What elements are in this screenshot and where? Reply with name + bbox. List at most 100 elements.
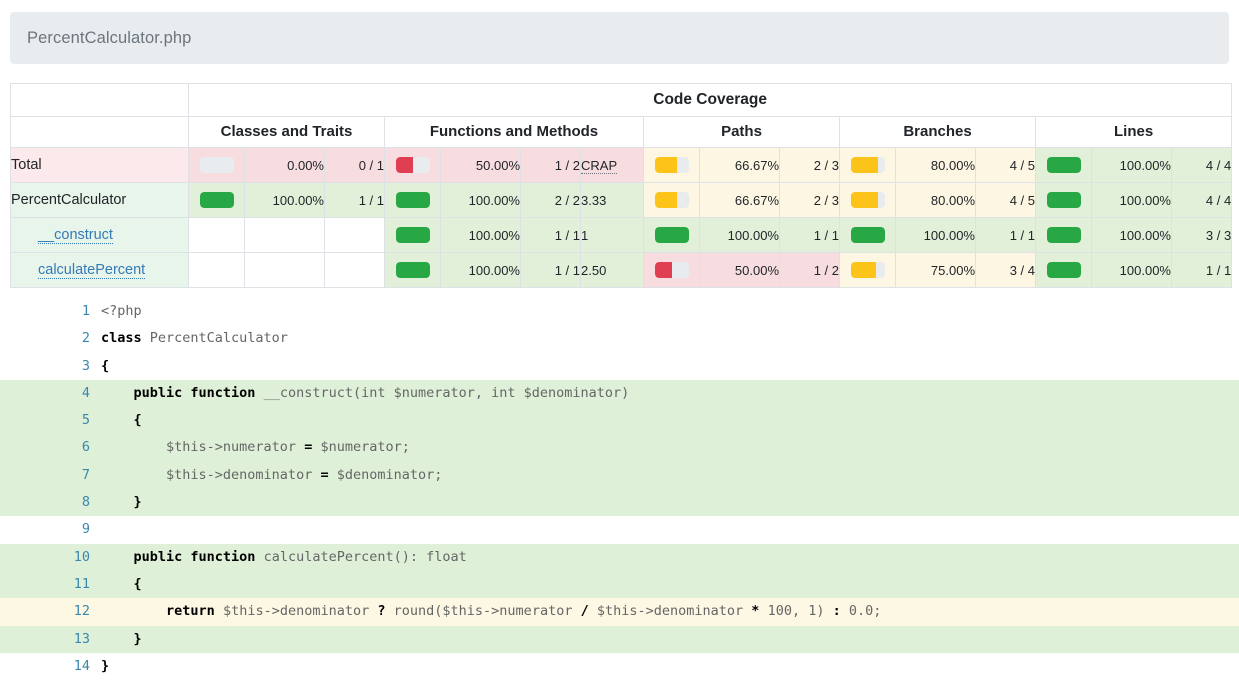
code-line: 6 $this->numerator = $numerator; (0, 434, 1239, 462)
progress-bar-fill (654, 192, 678, 209)
coverage-bar-cell-classes (188, 217, 245, 253)
coverage-bar-cell-functions (384, 182, 441, 218)
progress-bar-fill (395, 192, 430, 209)
row-name-cell[interactable]: calculatePercent (10, 252, 189, 288)
coverage-bar-cell-classes (188, 147, 245, 183)
coverage-fraction-lines: 1 / 1 (1170, 252, 1233, 288)
coverage-bar-cell-paths (643, 182, 700, 218)
line-number: 1 (81, 303, 90, 319)
coverage-percent-lines: 100.00% (1091, 252, 1172, 288)
coverage-percent-branches: 80.00% (895, 182, 976, 218)
coverage-percent-paths: 66.67% (699, 147, 780, 183)
code-line-text: { (133, 412, 142, 429)
code-line: 1 <?php (0, 298, 1239, 326)
coverage-table-body: Total 0.00% 0 / 1 50.00% 1 / 2 CRAP 66.67% 2 / … (10, 147, 1233, 288)
crap-score-cell[interactable]: CRAP (580, 147, 644, 183)
coverage-percent-classes (244, 252, 325, 288)
progress-bar-fill (1046, 192, 1081, 209)
code-line-text: return $this->denominator ? round($this-… (166, 603, 882, 620)
code-line: 14} (0, 652, 1239, 681)
line-number: 9 (81, 521, 90, 538)
coverage-percent-paths: 100.00% (699, 217, 780, 253)
line-number: 8 (81, 494, 90, 511)
crap-abbr[interactable]: CRAP (581, 157, 618, 174)
coverage-bar-cell-paths (643, 252, 700, 288)
code-line-text: } (101, 657, 110, 674)
coverage-bar-cell-branches (839, 182, 896, 218)
code-line: 7 $this->denominator = $denominator; (0, 461, 1239, 490)
progress-bar-fill (395, 262, 430, 279)
progress-bar (654, 262, 689, 279)
coverage-bar-cell-functions (384, 252, 441, 288)
code-line: 9 (0, 516, 1239, 544)
coverage-fraction-branches: 4 / 5 (975, 147, 1036, 183)
coverage-percent-branches: 80.00% (895, 147, 976, 183)
progress-bar-fill (395, 227, 430, 244)
coverage-percent-classes: 100.00% (244, 182, 325, 218)
coverage-table-head: Code Coverage Classes and Traits Functio… (10, 83, 1233, 148)
corner-cell-2 (10, 116, 189, 148)
row-name-cell: Total (10, 147, 189, 183)
code-line-text: } (133, 494, 142, 511)
coverage-percent-functions: 100.00% (440, 217, 521, 253)
coverage-fraction-paths: 1 / 2 (779, 252, 840, 288)
progress-bar-fill (654, 157, 678, 174)
coverage-bar-cell-functions (384, 217, 441, 253)
code-line-text: $this->denominator = $denominator; (101, 466, 443, 483)
coverage-fraction-functions: 2 / 2 (520, 182, 581, 218)
progress-bar (199, 157, 234, 174)
code-line-text: { (101, 357, 110, 374)
line-number: 13 (73, 630, 90, 647)
line-number: 12 (73, 603, 90, 620)
column-branches: Branches (839, 116, 1036, 148)
progress-bar (1046, 157, 1081, 174)
code-line-text: public function __construct(int $numerat… (133, 384, 630, 401)
coverage-fraction-lines: 4 / 4 (1170, 147, 1233, 183)
coverage-percent-branches: 75.00% (895, 252, 976, 288)
table-row: __construct 100.00% 1 / 1 1 100.00% 1 / 1 100.… (10, 217, 1233, 253)
line-number: 5 (81, 412, 90, 429)
progress-bar (395, 157, 430, 174)
line-number: 2 (81, 330, 90, 347)
progress-bar (654, 192, 689, 209)
crap-score-cell: 1 (580, 217, 644, 253)
coverage-percent-branches: 100.00% (895, 217, 976, 253)
coverage-fraction-classes: 1 / 1 (324, 182, 385, 218)
coverage-fraction-paths: 2 / 3 (779, 147, 840, 183)
code-line: 12 return $this->denominator ? round($th… (0, 598, 1239, 626)
progress-bar (850, 157, 885, 174)
row-name-cell: PercentCalculator (10, 182, 189, 218)
code-line-text: $this->numerator = $numerator; (101, 439, 410, 456)
line-number: 14 (73, 657, 90, 674)
code-line: 3{ (0, 352, 1239, 380)
progress-bar-fill (850, 157, 878, 174)
code-line: 4 public function __construct(int $numer… (0, 379, 1239, 408)
coverage-bar-cell-functions (384, 147, 441, 183)
progress-bar-fill (395, 157, 413, 174)
code-line-text: public function calculatePercent(): floa… (133, 548, 467, 565)
progress-bar (1046, 192, 1081, 209)
crap-score-cell: 3.33 (580, 182, 644, 218)
coverage-fraction-functions: 1 / 2 (520, 147, 581, 183)
row-name-link[interactable]: __construct (38, 227, 113, 244)
row-name-cell[interactable]: __construct (10, 217, 189, 253)
file-header-bar: PercentCalculator.php (10, 12, 1229, 64)
progress-bar-fill (850, 192, 878, 209)
line-number: 3 (81, 357, 90, 374)
code-line-text: { (133, 575, 142, 592)
table-row: PercentCalculator 100.00% 1 / 1 100.00% 2 / … (10, 182, 1233, 218)
column-functions-and-methods: Functions and Methods (384, 116, 644, 148)
progress-bar (654, 227, 689, 244)
progress-bar (199, 192, 234, 209)
progress-bar (1046, 227, 1081, 244)
coverage-bar-cell-paths (643, 147, 700, 183)
coverage-bar-cell-lines (1035, 217, 1092, 253)
coverage-bar-cell-lines (1035, 252, 1092, 288)
progress-bar (395, 227, 430, 244)
coverage-percent-paths: 50.00% (699, 252, 780, 288)
coverage-percent-lines: 100.00% (1091, 182, 1172, 218)
row-name-link[interactable]: calculatePercent (38, 262, 146, 279)
coverage-percent-classes: 0.00% (244, 147, 325, 183)
coverage-fraction-classes (324, 252, 385, 288)
code-line-text: } (133, 630, 142, 647)
